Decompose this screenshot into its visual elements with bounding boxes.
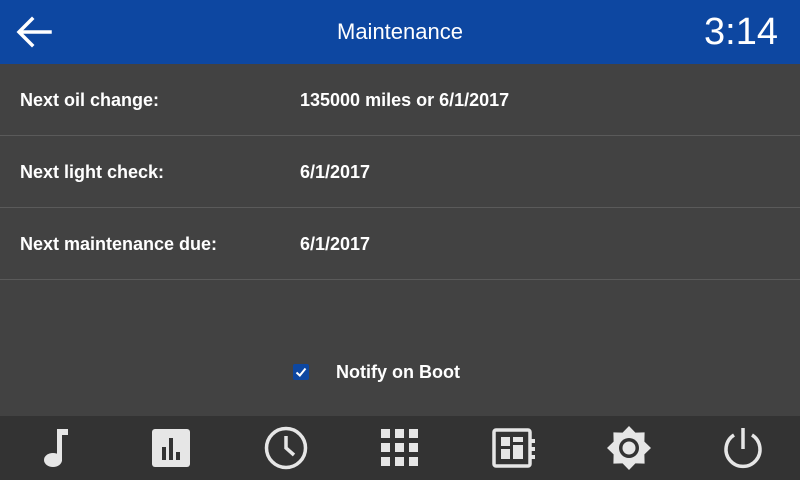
music-note-icon xyxy=(44,429,69,467)
row-value: 135000 miles or 6/1/2017 xyxy=(300,90,510,110)
nav-brightness-button[interactable] xyxy=(571,416,685,480)
info-row-light-check: Next light check: 6/1/2017 xyxy=(0,136,800,208)
maintenance-panel: Next oil change: 135000 miles or 6/1/201… xyxy=(0,64,800,416)
info-row-oil-change: Next oil change: 135000 miles or 6/1/201… xyxy=(0,64,800,136)
nav-music-button[interactable] xyxy=(0,416,114,480)
power-icon xyxy=(724,428,762,469)
clock-icon xyxy=(264,426,307,470)
checkmark-icon xyxy=(295,367,307,377)
nav-clock-button[interactable] xyxy=(229,416,343,480)
notify-on-boot-toggle[interactable]: Notify on Boot xyxy=(290,358,460,386)
brightness-icon xyxy=(606,426,651,470)
nav-power-button[interactable] xyxy=(686,416,800,480)
nav-apps-button[interactable] xyxy=(343,416,457,480)
notify-label: Notify on Boot xyxy=(336,361,460,382)
notify-checkbox[interactable] xyxy=(293,364,309,380)
dashboard-icon xyxy=(492,428,536,468)
info-row-maintenance-due: Next maintenance due: 6/1/2017 xyxy=(0,208,800,280)
back-button[interactable] xyxy=(8,8,60,56)
arrow-left-icon xyxy=(16,16,52,48)
nav-stats-button[interactable] xyxy=(114,416,228,480)
app-header: Maintenance 3:14 xyxy=(0,0,800,64)
row-value: 6/1/2017 xyxy=(300,234,371,254)
row-label: Next maintenance due: xyxy=(20,234,218,254)
bottom-nav-bar xyxy=(0,416,800,480)
row-label: Next light check: xyxy=(20,162,165,182)
row-value: 6/1/2017 xyxy=(300,162,371,182)
nav-dashboard-button[interactable] xyxy=(457,416,571,480)
apps-grid-icon xyxy=(380,429,418,466)
row-label: Next oil change: xyxy=(20,90,160,110)
clock-time: 3:14 xyxy=(704,11,778,53)
bar-chart-icon xyxy=(152,429,191,467)
page-title: Maintenance xyxy=(337,19,463,44)
